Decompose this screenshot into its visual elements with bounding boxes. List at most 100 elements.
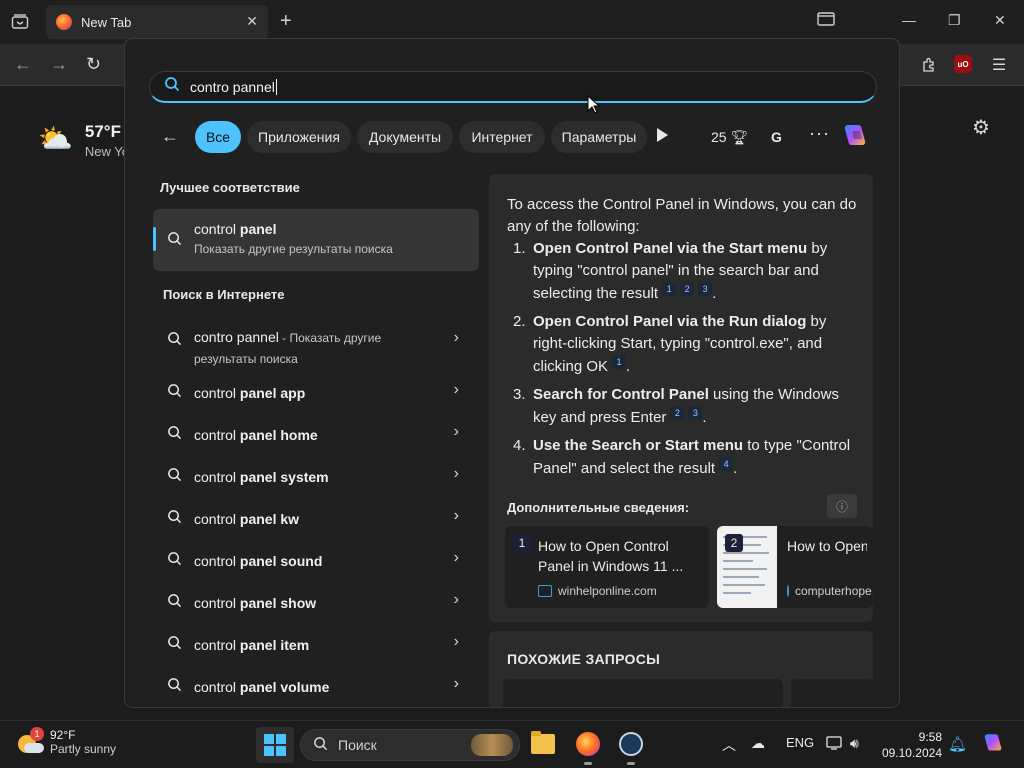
- account-avatar[interactable]: G: [771, 129, 782, 145]
- info-icon[interactable]: ⓘ: [827, 494, 857, 518]
- newtab-weather-location: New Yo: [84, 144, 129, 159]
- chevron-right-icon: ›: [453, 549, 459, 566]
- filter-settings[interactable]: Параметры: [551, 121, 647, 153]
- chevron-right-icon: ›: [453, 423, 459, 440]
- close-window-button[interactable]: ✕: [994, 12, 1006, 29]
- browser-tab[interactable]: New Tab ✕: [46, 5, 268, 39]
- taskbar-search[interactable]: Поиск: [300, 729, 520, 761]
- citation-badge[interactable]: 2: [680, 282, 695, 296]
- web-suggestion-text: contro pannel: [194, 329, 279, 345]
- more-options-icon[interactable]: ···: [809, 123, 830, 144]
- web-suggestion-item[interactable]: contro pannel - Показать другие результа…: [153, 319, 479, 371]
- filter-all[interactable]: Все: [195, 121, 241, 153]
- web-suggestion-label: control panel kw: [194, 509, 444, 529]
- reload-icon[interactable]: ↻: [86, 54, 101, 75]
- related-card[interactable]: [791, 679, 873, 707]
- maximize-button[interactable]: ❐: [948, 12, 961, 29]
- source-number: 2: [725, 534, 743, 552]
- network-icon[interactable]: [826, 735, 844, 754]
- web-suggestion-label: control panel sound: [194, 551, 444, 571]
- forward-icon[interactable]: →: [50, 54, 68, 75]
- citation-badge[interactable]: 3: [688, 406, 703, 420]
- search-icon: [167, 593, 182, 612]
- newtab-settings-icon[interactable]: ⚙: [972, 115, 990, 140]
- step-number: 4.: [513, 437, 526, 454]
- source-card[interactable]: 2 How to Open Control Panel in Windows C…: [717, 526, 873, 608]
- menu-icon[interactable]: ☰: [988, 54, 1010, 76]
- citation-badge[interactable]: 1: [612, 355, 627, 369]
- more-filters-icon[interactable]: [657, 128, 668, 142]
- web-suggestion-bold: panel sound: [239, 553, 323, 569]
- step-number: 2.: [513, 313, 526, 330]
- related-card[interactable]: [503, 679, 783, 707]
- best-match-prefix: control: [194, 221, 240, 237]
- web-suggestion-item[interactable]: control panel app ›: [153, 371, 479, 413]
- web-suggestion-item[interactable]: control panel sound ›: [153, 539, 479, 581]
- filter-apps[interactable]: Приложения: [247, 121, 351, 153]
- firefox-taskbar-icon[interactable]: [575, 731, 601, 765]
- taskbar-weather[interactable]: 1 92°F Partly sunny: [18, 727, 116, 756]
- answer-step: 2. Open Control Panel via the Run dialog …: [513, 313, 827, 375]
- citation-badge[interactable]: 2: [670, 406, 685, 420]
- extensions-icon[interactable]: [918, 54, 940, 76]
- onedrive-icon[interactable]: ☁: [751, 735, 765, 752]
- filter-bar: ← Все Приложения Документы Интернет Пара…: [161, 121, 881, 153]
- search-icon: [167, 635, 182, 654]
- tab-overview-icon[interactable]: [817, 12, 835, 29]
- citation-badge[interactable]: 4: [719, 457, 734, 471]
- system-clock[interactable]: 9:58 09.10.2024: [876, 729, 942, 761]
- new-tab-button[interactable]: +: [280, 10, 292, 33]
- related-heading: ПОХОЖИЕ ЗАПРОСЫ: [507, 651, 661, 667]
- web-suggestion-item[interactable]: control panel show ›: [153, 581, 479, 623]
- web-suggestion-bold: panel show: [239, 595, 317, 611]
- search-icon: [313, 736, 328, 755]
- step-heading: Search for Control Panel: [533, 386, 709, 403]
- back-icon[interactable]: ←: [14, 54, 32, 75]
- citation-badge[interactable]: 3: [698, 282, 713, 296]
- copilot-icon[interactable]: [839, 121, 871, 153]
- newtab-weather-temp: 57°F: [84, 122, 121, 141]
- answer-step: 4. Use the Search or Start menu to type "…: [513, 437, 851, 477]
- web-suggestion-item[interactable]: control panel volume ›: [153, 665, 479, 707]
- web-suggestion-label: control panel system: [194, 467, 444, 487]
- notification-bell-icon[interactable]: 🔔︎: [948, 735, 967, 753]
- search-icon: [167, 383, 182, 402]
- web-suggestion-item[interactable]: control panel kw ›: [153, 497, 479, 539]
- web-suggestion-prefix: control: [194, 427, 240, 443]
- input-language[interactable]: ENG: [786, 735, 814, 750]
- best-match-item[interactable]: control panel Показать другие результаты…: [153, 209, 479, 271]
- newtab-weather[interactable]: ⛅ 57°F New Yo: [38, 122, 129, 159]
- steam-icon[interactable]: [618, 731, 644, 765]
- web-suggestion-item[interactable]: control panel home ›: [153, 413, 479, 455]
- best-match-title: control panel: [194, 221, 277, 237]
- web-suggestion-bold: panel system: [239, 469, 329, 485]
- rewards-points[interactable]: 25 🏆︎: [711, 129, 748, 146]
- web-suggestion-bold: panel home: [239, 427, 318, 443]
- minimize-button[interactable]: —: [902, 12, 916, 28]
- chevron-right-icon: ›: [453, 465, 459, 482]
- source-site: winhelponline.com: [538, 584, 657, 598]
- search-input[interactable]: contro pannel: [149, 71, 877, 103]
- start-button[interactable]: [256, 727, 294, 763]
- volume-icon[interactable]: 🔊︎: [850, 735, 859, 752]
- web-suggestion-item[interactable]: control panel system ›: [153, 455, 479, 497]
- file-explorer-icon[interactable]: [530, 731, 556, 757]
- step-number: 1.: [513, 240, 526, 257]
- filter-web[interactable]: Интернет: [459, 121, 545, 153]
- filter-documents[interactable]: Документы: [357, 121, 453, 153]
- ublock-icon[interactable]: uO: [954, 55, 972, 73]
- close-tab-icon[interactable]: ✕: [246, 13, 258, 30]
- source-site-name: winhelponline.com: [558, 584, 657, 598]
- citation-badge[interactable]: 1: [662, 282, 677, 296]
- source-card[interactable]: 1 How to Open Control Panel in Windows 1…: [505, 526, 709, 608]
- tab-list-icon[interactable]: [8, 11, 32, 33]
- source-number: 1: [513, 534, 531, 552]
- web-suggestion-item[interactable]: control panel item ›: [153, 623, 479, 665]
- back-arrow-icon[interactable]: ←: [161, 126, 179, 147]
- tray-overflow-icon[interactable]: ︿: [722, 735, 736, 755]
- taskbar-weather-temp: 92°F: [50, 728, 76, 742]
- selection-indicator: [153, 227, 156, 251]
- copilot-taskbar-icon[interactable]: [980, 731, 1006, 757]
- web-suggestion-prefix: control: [194, 679, 240, 695]
- step-heading: Use the Search or Start menu: [533, 437, 744, 454]
